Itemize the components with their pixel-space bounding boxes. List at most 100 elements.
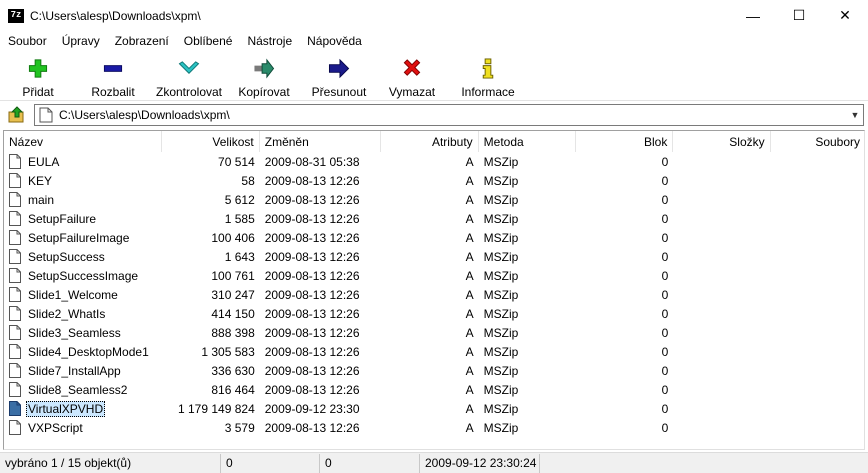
cell-files [771, 228, 864, 247]
delete-button[interactable]: Vymazat [388, 55, 436, 99]
cell-name: SetupSuccessImage [4, 266, 162, 285]
extract-button[interactable]: Rozbalit [88, 55, 138, 99]
address-path: C:\Users\alesp\Downloads\xpm\ [59, 108, 230, 122]
cell-name: Slide2_WhatIs [4, 304, 162, 323]
column-header-size[interactable]: Velikost [162, 131, 260, 152]
cell-modified: 2009-08-13 12:26 [264, 325, 360, 340]
cell-name: VirtualXPVHD [4, 399, 162, 418]
delete-x-icon [403, 59, 421, 76]
cell-method: MSZip [483, 154, 519, 169]
add-button[interactable]: Přidat [18, 55, 58, 99]
file-name: Slide2_WhatIs [28, 306, 106, 321]
cell-files [771, 247, 864, 266]
table-row[interactable]: KEY 58 2009-08-13 12:26 A MSZip 0 [4, 171, 864, 190]
cell-files [771, 152, 864, 171]
table-row[interactable]: Slide4_DesktopMode1 1 305 583 2009-08-13 1… [4, 342, 864, 361]
table-row[interactable]: SetupFailureImage 100 406 2009-08-13 12:26… [4, 228, 864, 247]
cell-block: 0 [661, 420, 669, 435]
minimize-button[interactable]: — [730, 0, 776, 31]
cell-modified: 2009-09-12 23:30 [264, 401, 360, 416]
table-row[interactable]: VXPScript 3 579 2009-08-13 12:26 A MSZip 0 [4, 418, 864, 437]
table-row[interactable]: Slide8_Seamless2 816 464 2009-08-13 12:26 A… [4, 380, 864, 399]
copy-button[interactable]: Kopírovat [236, 55, 292, 99]
cell-files [771, 399, 864, 418]
menu-soubor[interactable]: Soubor [0, 34, 54, 48]
file-icon [9, 306, 21, 321]
cell-method: MSZip [483, 401, 519, 416]
column-header-modified[interactable]: Změněn [260, 131, 382, 152]
column-header-name[interactable]: Název [4, 131, 163, 152]
cell-name: SetupFailureImage [4, 228, 162, 247]
cell-block: 0 [661, 401, 669, 416]
cell-name: SetupFailure [4, 209, 162, 228]
column-header-block[interactable]: Blok [576, 131, 674, 152]
cell-name: SetupSuccess [4, 247, 162, 266]
cell-method: MSZip [483, 287, 519, 302]
cell-name: Slide1_Welcome [4, 285, 162, 304]
close-button[interactable]: ✕ [822, 0, 868, 31]
file-icon [9, 325, 21, 340]
cell-size: 1 643 [224, 249, 255, 264]
cell-folders [673, 304, 770, 323]
cell-size: 1 179 149 824 [178, 401, 255, 416]
column-header-folders[interactable]: Složky [673, 131, 771, 152]
menu-zobrazeni[interactable]: Zobrazení [107, 34, 176, 48]
cell-block: 0 [661, 382, 669, 397]
cell-size: 3 579 [224, 420, 255, 435]
cell-size: 5 612 [224, 192, 255, 207]
cell-attributes: A [465, 306, 474, 321]
cell-block: 0 [661, 344, 669, 359]
cell-block: 0 [661, 230, 669, 245]
address-input[interactable]: C:\Users\alesp\Downloads\xpm\ ▼ [34, 104, 864, 126]
test-label: Zkontrolovat [155, 85, 223, 99]
cell-files [771, 418, 864, 437]
cell-size: 310 247 [211, 287, 255, 302]
file-name: SetupSuccessImage [28, 268, 139, 283]
table-row[interactable]: Slide1_Welcome 310 247 2009-08-13 12:26 A MS… [4, 285, 864, 304]
chevron-down-icon[interactable]: ▼ [847, 105, 863, 125]
table-row[interactable]: SetupFailure 1 585 2009-08-13 12:26 A MSZip 0 [4, 209, 864, 228]
column-header-method[interactable]: Metoda [479, 131, 576, 152]
info-button[interactable]: Informace [460, 55, 516, 99]
status-bar: vybráno 1 / 15 objekt(ů) 0 0 2009-09-12 … [0, 452, 868, 473]
table-row[interactable]: VirtualXPVHD 1 179 149 824 2009-09-12 23:3… [4, 399, 864, 418]
menu-napoveda[interactable]: Nápověda [299, 34, 369, 48]
table-row[interactable]: Slide7_InstallApp 336 630 2009-08-13 12:26… [4, 361, 864, 380]
file-name: SetupFailure [28, 211, 97, 226]
app-7zip-icon: 7z [8, 8, 24, 23]
cell-files [771, 323, 864, 342]
plus-icon [28, 59, 48, 78]
cell-attributes: A [465, 268, 474, 283]
folder-up-icon[interactable] [6, 104, 28, 126]
cell-size: 58 [241, 173, 255, 188]
cell-files [771, 285, 864, 304]
status-size: 0 [221, 453, 320, 473]
cell-modified: 2009-08-13 12:26 [264, 268, 360, 283]
move-button[interactable]: Přesunout [310, 55, 368, 99]
table-row[interactable]: Slide3_Seamless 888 398 2009-08-13 12:26 A M… [4, 323, 864, 342]
table-row[interactable]: SetupSuccessImage 100 761 2009-08-13 12:26… [4, 266, 864, 285]
file-name: VirtualXPVHD [26, 400, 106, 417]
cell-files [771, 266, 864, 285]
column-header-files[interactable]: Soubory [771, 131, 864, 152]
cell-files [771, 304, 864, 323]
column-header-attributes[interactable]: Atributy [381, 131, 479, 152]
table-row[interactable]: main 5 612 2009-08-13 12:26 A MSZip 0 [4, 190, 864, 209]
add-label: Přidat [22, 85, 54, 99]
cell-size: 100 761 [211, 268, 255, 283]
table-row[interactable]: Slide2_WhatIs 414 150 2009-08-13 12:26 A MSZ… [4, 304, 864, 323]
table-row[interactable]: SetupSuccess 1 643 2009-08-13 12:26 A MSZip 0 [4, 247, 864, 266]
cell-modified: 2009-08-13 12:26 [264, 287, 360, 302]
menu-upravy[interactable]: Úpravy [54, 34, 107, 48]
cell-attributes: A [465, 173, 474, 188]
file-name: EULA [28, 154, 60, 169]
cell-method: MSZip [483, 420, 519, 435]
cell-method: MSZip [483, 268, 519, 283]
list-header: Název Velikost Změněn Atributy Metoda Bl… [4, 131, 864, 152]
menu-nastroje[interactable]: Nástroje [239, 34, 299, 48]
copy-label: Kopírovat [238, 85, 290, 99]
maximize-button[interactable]: ☐ [776, 0, 822, 31]
table-row[interactable]: EULA 70 514 2009-08-31 05:38 A MSZip 0 [4, 152, 864, 171]
test-button[interactable]: Zkontrolovat [152, 55, 226, 99]
menu-oblibene[interactable]: Oblíbené [176, 34, 240, 48]
